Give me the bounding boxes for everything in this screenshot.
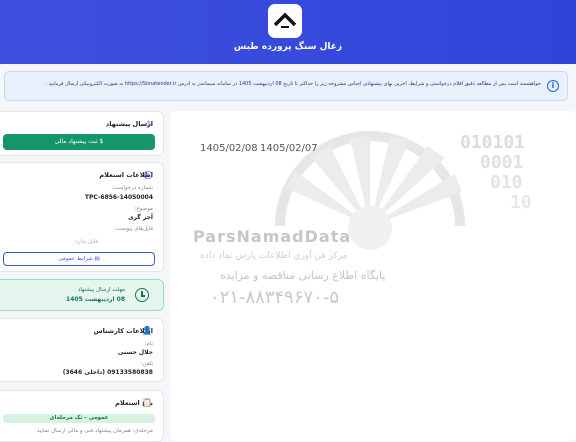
watermark-brand: ParsNamadData	[193, 227, 352, 246]
clock-icon	[135, 288, 149, 302]
deadline-value: 08 اردیبهشت 1405	[66, 296, 125, 303]
deadline-label: مهلت ارسال پیشنهاد	[77, 287, 125, 293]
inquiry-type-description: مرحله‌ی: همزمان پیشنهاد فنی و مالی ارسال…	[36, 428, 153, 434]
svg-text:010101: 010101	[460, 132, 525, 153]
inquiry-type-card: نوع استعلام 📋 عمومی - تک مرحله‌ای مرحله‌…	[0, 390, 164, 442]
expert-name-label: نام:	[144, 341, 153, 347]
user-icon: 👤	[142, 326, 152, 335]
inquiry-type-badge: عمومی - تک مرحله‌ای	[3, 414, 155, 423]
expert-phone: 09133580838 (داخلی 3646)	[62, 369, 153, 376]
items-panel: 010101 0001 010 10 1405/02/08 1405/02/07…	[170, 111, 576, 441]
info-icon: i	[547, 80, 559, 92]
expert-name: جلال حسنی	[117, 349, 153, 356]
info-icon: ⓘ	[144, 171, 152, 180]
svg-text:010: 010	[490, 172, 523, 193]
inquiry-info-card: اطلاعات استعلام ⓘ شماره درخواست: TPC-685…	[0, 162, 164, 272]
dollar-icon: $	[99, 138, 104, 145]
logo	[268, 4, 302, 38]
submit-financial-offer-button[interactable]: $ ثبت پیشنهاد مالی	[3, 134, 155, 150]
expert-info-card: اطلاعات کارشناس 👤 نام: جلال حسنی تلفن: 0…	[0, 318, 164, 382]
general-terms-button[interactable]: ▤ شرایط عمومی	[3, 252, 155, 266]
subject-value: آجر گری	[128, 214, 153, 221]
clipboard-icon: 📋	[142, 398, 152, 407]
deadline-box: مهلت ارسال پیشنهاد 08 اردیبهشت 1405	[0, 279, 164, 311]
request-number-label: شماره درخواست:	[111, 185, 154, 191]
date-right: 1405/02/07	[260, 143, 318, 154]
warning-icon: ⚠	[144, 119, 152, 128]
send-offer-card: ارسال پیشنهاد ⚠ $ ثبت پیشنهاد مالی	[0, 111, 164, 156]
page-title: زغال سنگ پرورده طبس	[233, 42, 343, 52]
attachments-label: فایل‌های پیوست:	[114, 226, 153, 232]
notice-text: خواهشمند است پس از مطالعه دقیق اقلام درخ…	[45, 81, 541, 87]
notice-banner: i خواهشمند است پس از مطالعه دقیق اقلام د…	[4, 71, 568, 101]
date-left: 1405/02/08	[200, 143, 258, 154]
request-number: TPC-6856-14050004	[84, 194, 153, 201]
watermark-line2: پایگاه اطلاع رسانی مناقصه و مزایده	[220, 269, 386, 282]
subject-label: موضوع:	[134, 206, 153, 212]
watermark-line1: مرکز فن آوری اطلاعات پارس نماد داده	[200, 251, 348, 261]
house-roof-icon	[273, 12, 297, 28]
file-icon: ▤	[94, 256, 100, 262]
svg-text:10: 10	[510, 192, 532, 213]
watermark-phone: ۰۲۱-۸۸۳۴۹۶۷۰-۵	[210, 287, 340, 308]
svg-text:0001: 0001	[480, 152, 523, 173]
app-header: زغال سنگ پرورده طبس	[0, 0, 576, 64]
expert-phone-label: تلفن:	[140, 361, 153, 367]
attachments-empty: فایل ندارد	[75, 239, 98, 245]
